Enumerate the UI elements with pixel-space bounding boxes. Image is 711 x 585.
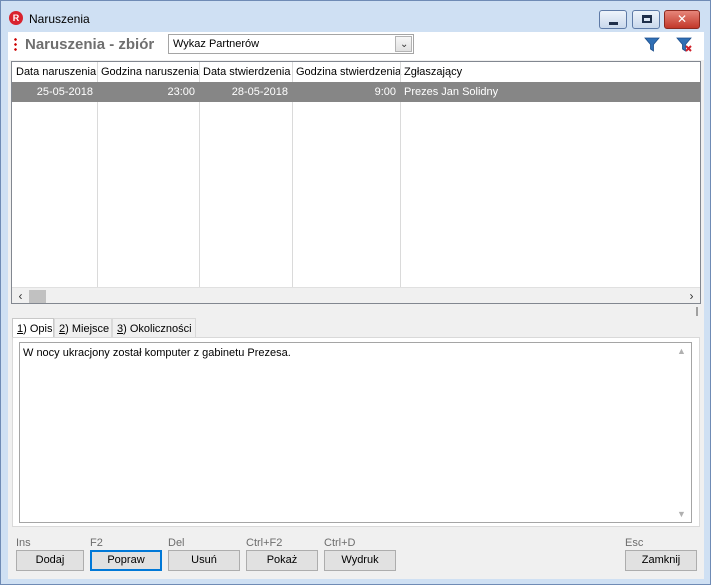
violations-table[interactable]: Data naruszenia Godzina naruszenia Data … [11, 61, 701, 304]
cell-zglaszajacy: Prezes Jan Solidny [404, 86, 499, 98]
title-bar[interactable]: R Naruszenia ✕ [1, 1, 710, 33]
shortcut-ins: Ins [16, 537, 31, 549]
table-row[interactable]: 25-05-2018 23:00 28-05-2018 9:00 Prezes … [12, 82, 700, 102]
close-icon: ✕ [676, 12, 688, 26]
add-button[interactable]: Dodaj [16, 550, 84, 571]
shortcut-esc: Esc [625, 537, 644, 549]
cell-data-stwierdzenia: 28-05-2018 [231, 86, 288, 98]
show-button[interactable]: Pokaż [246, 550, 318, 571]
maximize-icon [642, 15, 652, 23]
shortcut-ctrl-d: Ctrl+D [324, 537, 356, 549]
filter-icon[interactable] [643, 35, 661, 53]
tab-opis-label: ) Opis [23, 323, 53, 335]
column-header-data-naruszenia[interactable]: Data naruszenia [12, 62, 97, 82]
tab-okolicznosci[interactable]: 3) Okoliczności [112, 318, 196, 338]
scroll-left-icon[interactable]: ‹ [12, 289, 29, 303]
column-header-data-stwierdzenia[interactable]: Data stwierdzenia [199, 62, 292, 82]
horizontal-scrollbar[interactable]: ‹ › [12, 287, 700, 303]
edit-button[interactable]: Popraw [90, 550, 162, 571]
maximize-button[interactable] [632, 10, 660, 29]
shortcut-f2: F2 [90, 537, 103, 549]
column-header-godzina-naruszenia[interactable]: Godzina naruszenia [97, 62, 199, 82]
chevron-down-icon: ⌄ [400, 39, 409, 50]
tab-okolicznosci-label: ) Okoliczności [123, 323, 192, 335]
column-header-zglaszajacy[interactable]: Zgłaszający [400, 62, 600, 82]
close-dialog-button[interactable]: Zamknij [625, 550, 697, 571]
tab-miejsce[interactable]: 2) Miejsce [54, 318, 112, 338]
scroll-right-icon[interactable]: › [683, 289, 700, 303]
main-window: R Naruszenia ✕ Naruszenia - zbiór Wykaz … [0, 0, 711, 585]
register-select-value: Wykaz Partnerów [173, 38, 260, 50]
close-button[interactable]: ✕ [664, 10, 700, 29]
shortcut-ctrl-f2: Ctrl+F2 [246, 537, 283, 549]
description-textarea[interactable]: W nocy ukracjony został komputer z gabin… [19, 342, 692, 523]
drag-handle-icon[interactable] [14, 37, 17, 53]
column-header-godzina-stwierdzenia[interactable]: Godzina stwierdzenia [292, 62, 401, 82]
page-title: Naruszenia - zbiór [25, 36, 155, 53]
register-select[interactable]: Wykaz Partnerów ⌄ [168, 34, 414, 54]
description-text: W nocy ukracjony został komputer z gabin… [23, 347, 291, 359]
print-button[interactable]: Wydruk [324, 550, 396, 571]
scroll-up-icon[interactable]: ▲ [677, 346, 686, 356]
minimize-button[interactable] [599, 10, 627, 29]
delete-button[interactable]: Usuń [168, 550, 240, 571]
cell-godzina-stwierdzenia: 9:00 [374, 86, 396, 98]
shortcut-del: Del [168, 537, 185, 549]
table-header: Data naruszenia Godzina naruszenia Data … [12, 62, 700, 82]
window-title: Naruszenia [29, 12, 90, 26]
minimize-icon [609, 22, 618, 25]
scroll-down-icon[interactable]: ▼ [677, 509, 686, 519]
vertical-scrollbar[interactable]: ▲ ▼ [674, 343, 691, 522]
cell-godzina-naruszenia: 23:00 [167, 86, 195, 98]
filter-clear-icon[interactable] [675, 35, 693, 53]
tab-panel-opis: W nocy ukracjony został komputer z gabin… [12, 337, 700, 527]
toolbar: Naruszenia - zbiór Wykaz Partnerów ⌄ [8, 32, 704, 60]
tab-opis[interactable]: 1) Opis [12, 318, 54, 339]
scrollbar-thumb[interactable] [29, 290, 46, 303]
app-logo-icon: R [9, 11, 23, 25]
cell-data-naruszenia: 25-05-2018 [36, 86, 93, 98]
splitter-handle[interactable] [696, 307, 698, 316]
client-area: Naruszenia - zbiór Wykaz Partnerów ⌄ Dat… [8, 32, 704, 579]
dropdown-button[interactable]: ⌄ [395, 36, 412, 52]
tab-miejsce-label: ) Miejsce [65, 323, 110, 335]
